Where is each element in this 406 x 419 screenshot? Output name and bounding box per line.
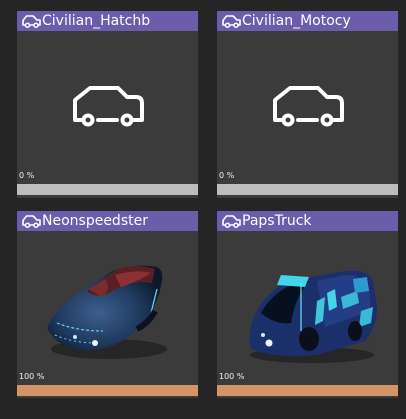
progress-fill [217,385,398,396]
asset-card-header: Civilian_Hatchb [17,11,198,31]
progress-label: 0 % [219,171,235,180]
progress-bar [17,184,198,195]
paps-truck-render [217,231,398,381]
asset-card-civilian-motocy[interactable]: Civilian_Motocy 0 % [217,11,398,198]
progress-fill [17,385,198,396]
progress-label: 100 % [19,372,45,381]
car-icon [22,14,41,28]
asset-name: Civilian_Motocy [242,13,351,29]
neon-speedster-render [17,231,198,381]
car-icon [22,214,41,228]
asset-name: Civilian_Hatchb [42,13,151,29]
car-icon [222,214,241,228]
asset-card-header: Neonspeedster [17,211,198,231]
progress-bar [217,184,398,195]
asset-card-header: PapsTruck [217,211,398,231]
asset-card-civilian-hatchb[interactable]: Civilian_Hatchb 0 % [17,11,198,198]
car-icon [273,86,344,127]
asset-name: PapsTruck [242,213,312,229]
asset-preview-placeholder [217,31,398,181]
van-image [249,270,377,363]
asset-preview-placeholder [17,31,198,181]
progress-label: 0 % [19,171,35,180]
asset-card-neonspeedster[interactable]: Neonspeedster 100 % [17,211,198,398]
asset-name: Neonspeedster [42,213,148,229]
progress-label: 100 % [219,372,245,381]
progress-bar [17,385,198,396]
car-icon [73,86,144,127]
progress-bar [217,385,398,396]
sports-car-image [47,265,167,359]
asset-card-header: Civilian_Motocy [217,11,398,31]
car-icon [222,14,241,28]
asset-card-papstruck[interactable]: PapsTruck 100 % [217,211,398,398]
